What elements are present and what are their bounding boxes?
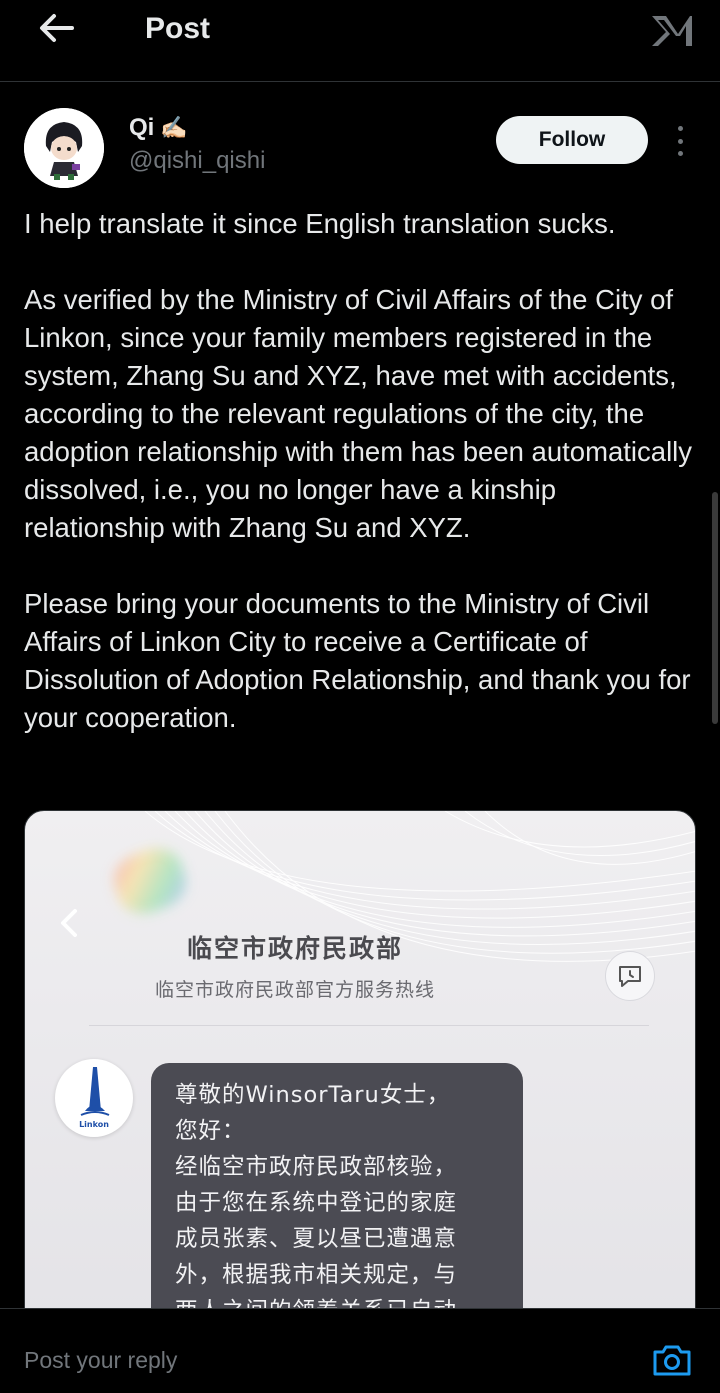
post-paragraph: As verified by the Ministry of Civil Aff… — [24, 284, 693, 543]
page-title: Post — [145, 12, 211, 45]
message-line: 您好： — [175, 1118, 246, 1144]
message-bubble: 尊敬的WinsorTaru女士， 您好： 经临空市政府民政部核验， 由于您在系统… — [151, 1063, 523, 1329]
more-vertical-icon[interactable] — [670, 126, 690, 156]
message-line: 经临空市政府民政部核验， — [175, 1154, 458, 1180]
arrow-left-icon[interactable] — [36, 10, 76, 46]
writing-hand-emoji: ✍🏻 — [160, 115, 188, 140]
post-image[interactable]: 临空市政府民政部 临空市政府民政部官方服务热线 Linkon 尊敬的Winsor… — [24, 810, 696, 1330]
follow-button[interactable]: Follow — [496, 116, 648, 164]
avatar-illustration — [24, 108, 104, 188]
screenshot-title: 临空市政府民政部 — [186, 934, 403, 963]
x-logo-icon — [652, 16, 692, 46]
post-paragraph: Please bring your documents to the Minis… — [24, 588, 691, 733]
linkon-logo-avatar: Linkon — [55, 1059, 133, 1137]
message-line: 外，根据我市相关规定，与 — [175, 1262, 458, 1288]
top-bar: Post — [0, 0, 720, 82]
author-handle[interactable]: @qishi_qishi — [129, 147, 265, 175]
message-line: 尊敬的WinsorTaru女士， — [175, 1082, 451, 1108]
post-author: Qi ✍🏻 @qishi_qishi Follow — [0, 100, 720, 196]
chat-icon — [605, 951, 655, 1001]
message-line: 由于您在系统中登记的家庭 — [175, 1190, 458, 1216]
author-name-row: Qi ✍🏻 — [129, 114, 188, 142]
screenshot-subtitle: 临空市政府民政部官方服务热线 — [154, 979, 435, 1001]
divider — [89, 1025, 649, 1026]
post-paragraph: I help translate it since English transl… — [24, 208, 616, 239]
camera-icon[interactable] — [652, 1343, 692, 1377]
scrollbar[interactable] — [712, 492, 718, 724]
reply-input[interactable]: Post your reply — [24, 1347, 177, 1374]
avatar[interactable] — [24, 108, 104, 188]
svg-text:Linkon: Linkon — [79, 1120, 109, 1129]
post-body: I help translate it since English transl… — [24, 205, 704, 737]
reply-bar: Post your reply — [0, 1308, 720, 1393]
message-line: 成员张素、夏以昼已遭遇意 — [175, 1226, 458, 1252]
display-name[interactable]: Qi — [129, 114, 154, 142]
linkon-tower-icon: Linkon — [79, 1067, 110, 1129]
